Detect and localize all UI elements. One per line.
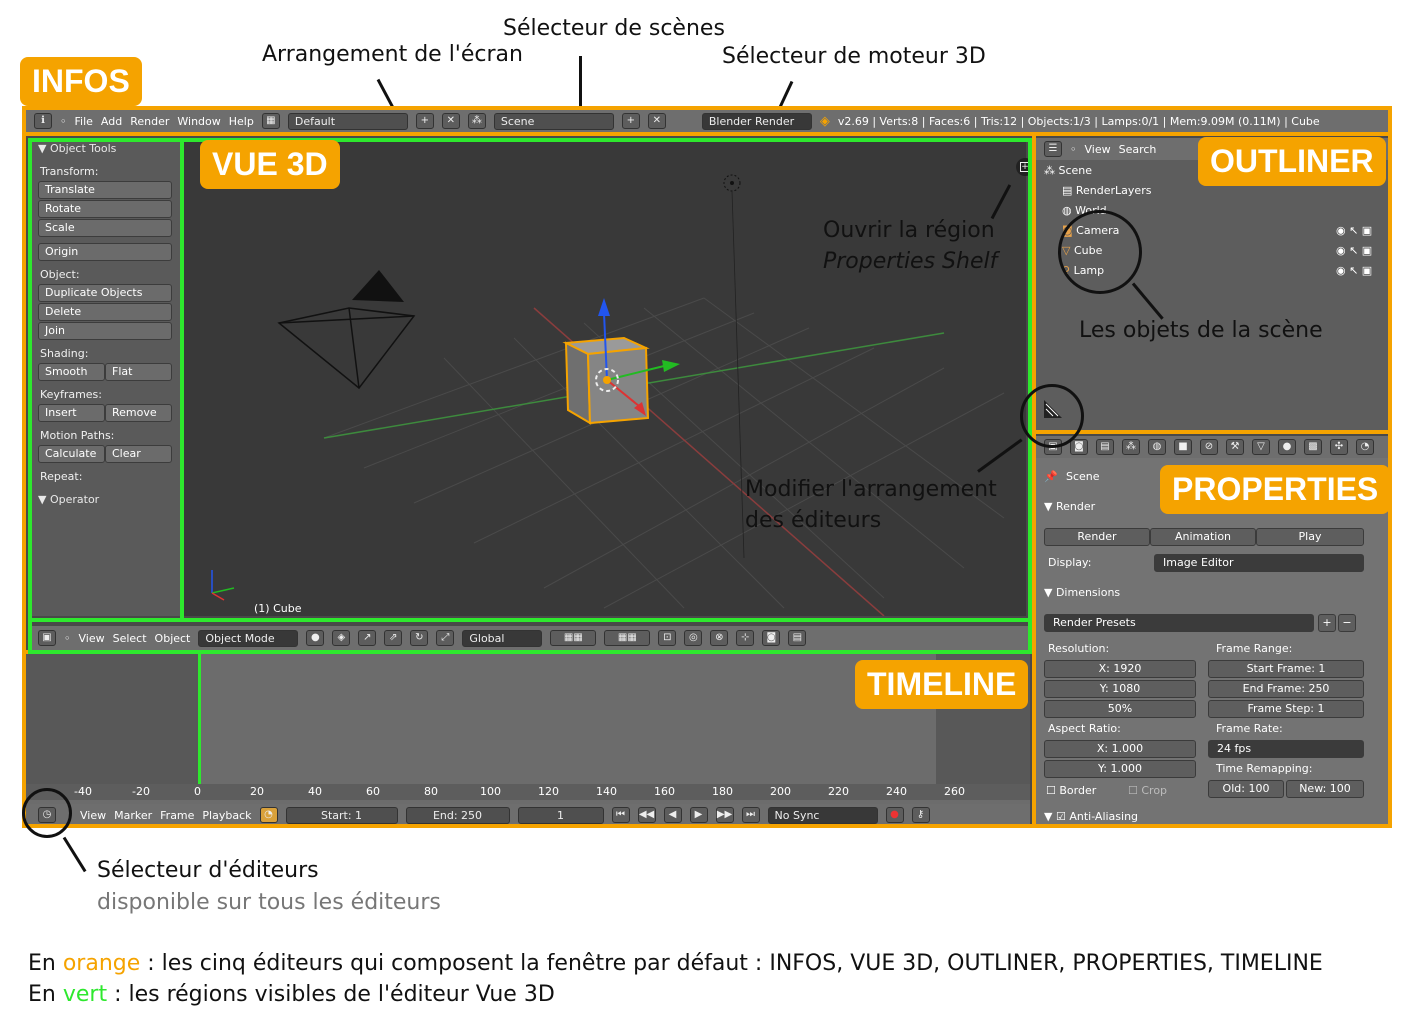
legend-green: En vert : les régions visibles de l'édit… [28, 982, 555, 1007]
editor-selector-callout: Sélecteur d'éditeurs [97, 858, 319, 883]
timeline-tag: TIMELINE [855, 660, 1029, 709]
engine-selector-callout: Sélecteur de moteur 3D [722, 44, 986, 69]
layout-corner-circle [1020, 384, 1084, 448]
editor-selector-line [62, 836, 87, 873]
tool-shelf-region-border [28, 138, 184, 622]
legend-orange-text: : les cinq éditeurs qui composent la fen… [140, 951, 1323, 976]
scene-objects-circle [1058, 210, 1142, 294]
vue3d-tag: VUE 3D [200, 140, 340, 189]
viewport-region-border [180, 138, 1032, 622]
legend-orange: En orange : les cinq éditeurs qui compos… [28, 951, 1323, 976]
scene-objects-callout: Les objets de la scène [1079, 318, 1323, 343]
editor-selector-sub-callout: disponible sur tous les éditeurs [97, 890, 441, 915]
legend-green-text: : les régions visibles de l'éditeur Vue … [107, 982, 555, 1007]
open-region-callout: Ouvrir la région [823, 218, 995, 243]
header-region-border [28, 618, 1032, 654]
legend-green-word: vert [62, 982, 108, 1007]
legend-prefix: En [28, 951, 63, 976]
infos-tag: INFOS [20, 57, 142, 106]
legend-orange-word: orange [62, 951, 141, 976]
outliner-tag: OUTLINER [1198, 137, 1386, 186]
properties-tag: PROPERTIES [1160, 465, 1391, 514]
properties-shelf-callout: Properties Shelf [823, 249, 998, 274]
legend-prefix: En [28, 982, 63, 1007]
editor-selector-circle [22, 788, 72, 838]
screen-layout-callout: Arrangement de l'écran [262, 42, 523, 67]
modify-layout-callout-2: des éditeurs [745, 508, 882, 533]
modify-layout-callout-1: Modifier l'arrangement [745, 477, 997, 502]
scene-selector-callout: Sélecteur de scènes [503, 16, 725, 41]
